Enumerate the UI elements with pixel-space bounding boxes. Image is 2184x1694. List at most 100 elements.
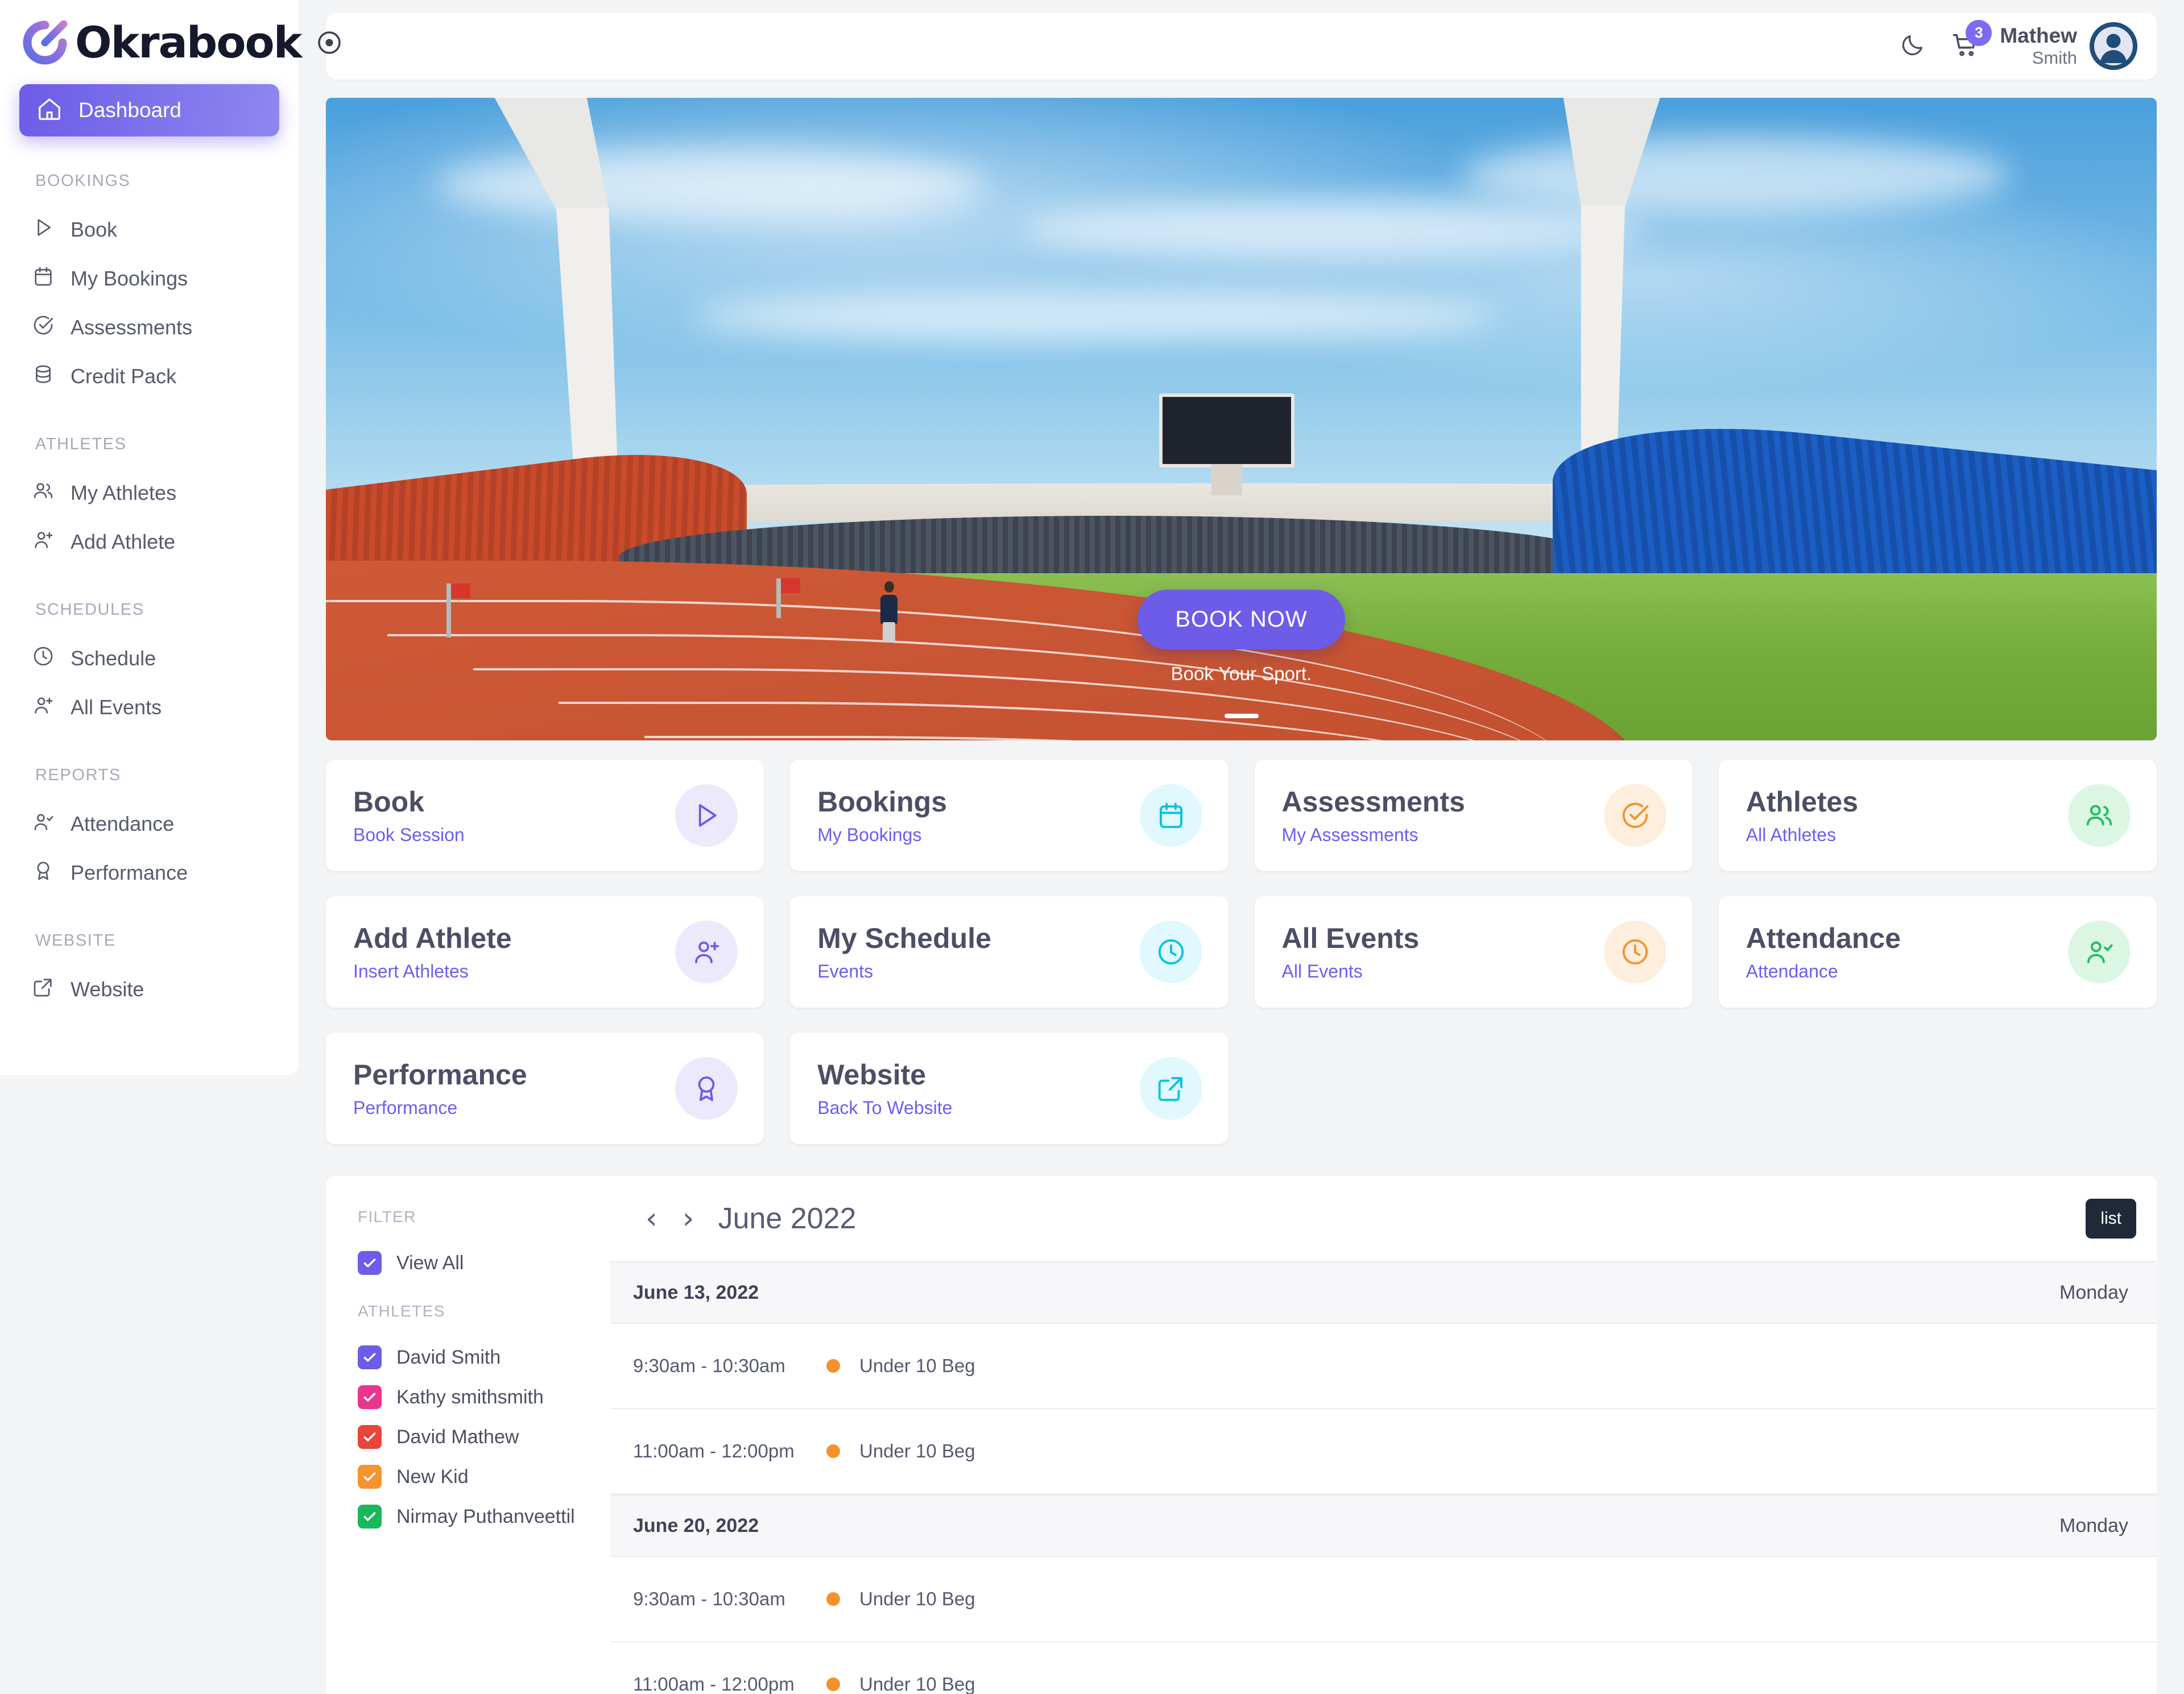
- dark-mode-toggle[interactable]: [1880, 32, 1945, 61]
- filter-checkbox-athlete[interactable]: Kathy smithsmith: [358, 1377, 610, 1417]
- check-circle-icon: [1603, 784, 1666, 847]
- checkbox-checked-icon: [358, 1345, 382, 1369]
- tile-title: Book: [353, 785, 424, 818]
- tile-title: Attendance: [1745, 922, 1901, 954]
- tile-subtitle: Back To Website: [817, 1097, 953, 1118]
- filter-checkbox-athlete[interactable]: New Kid: [358, 1457, 610, 1497]
- sidebar-item-label: Add Athlete: [71, 530, 176, 553]
- sidebar-item-my-athletes[interactable]: My Athletes: [0, 469, 299, 517]
- sidebar-item-my-bookings[interactable]: My Bookings: [0, 254, 299, 303]
- event-time: 9:30am - 10:30am: [633, 1588, 785, 1609]
- tile-title: Bookings: [817, 785, 948, 818]
- tile-attendance[interactable]: Attendance Attendance: [1718, 896, 2157, 1008]
- tile-my-schedule[interactable]: My Schedule Events: [790, 896, 1228, 1008]
- sidebar-item-all-events[interactable]: All Events: [0, 683, 299, 732]
- calendar-day-of-week: Monday: [2059, 1281, 2128, 1303]
- event-row[interactable]: 11:00am - 12:00pm Under 10 Beg: [610, 1642, 2157, 1694]
- sidebar-item-website[interactable]: Website: [0, 965, 299, 1014]
- award-icon: [675, 1057, 738, 1120]
- sidebar-item-performance[interactable]: Performance: [0, 848, 299, 897]
- tile-title: Performance: [353, 1058, 527, 1091]
- sidebar-nav: BOOKINGS Book My Bookings Assessments Cr…: [0, 172, 299, 1014]
- tile-athletes[interactable]: Athletes All Athletes: [1718, 760, 2157, 871]
- tile-title: Add Athlete: [353, 922, 512, 954]
- sidebar-item-label: Performance: [71, 861, 188, 884]
- filter-athletes-heading: ATHLETES: [358, 1302, 445, 1320]
- calendar-view-list-button[interactable]: list: [2086, 1199, 2136, 1239]
- tile-title: Assessments: [1281, 785, 1465, 818]
- moon-icon: [1900, 32, 1926, 61]
- sidebar-item-assessments[interactable]: Assessments: [0, 303, 299, 352]
- user-last-name: Smith: [2032, 48, 2077, 68]
- sidebar-section-title: ATHLETES: [35, 435, 127, 453]
- event-row[interactable]: 9:30am - 10:30am Under 10 Beg: [610, 1557, 2157, 1642]
- tile-performance[interactable]: Performance Performance: [326, 1033, 764, 1144]
- tile-subtitle: All Events: [1281, 960, 1363, 981]
- tile-subtitle: My Assessments: [1281, 824, 1418, 845]
- event-title: Under 10 Beg: [859, 1674, 975, 1694]
- user-plus-icon: [32, 528, 55, 556]
- sidebar-item-attendance[interactable]: Attendance: [0, 800, 299, 848]
- user-check-icon: [32, 810, 55, 838]
- book-now-button[interactable]: BOOK NOW: [1138, 590, 1345, 649]
- event-row[interactable]: 11:00am - 12:00pm Under 10 Beg: [610, 1409, 2157, 1494]
- sidebar-item-label: Assessments: [71, 316, 193, 339]
- database-icon: [32, 363, 55, 391]
- sidebar-item-label: Credit Pack: [71, 365, 177, 388]
- filter-label: Kathy smithsmith: [396, 1386, 544, 1408]
- event-row[interactable]: 9:30am - 10:30am Under 10 Beg: [610, 1324, 2157, 1409]
- tile-subtitle: Insert Athletes: [353, 960, 469, 981]
- sidebar-section-title: REPORTS: [35, 766, 121, 784]
- hero-carousel-indicator[interactable]: [326, 711, 2157, 721]
- tile-add-athlete[interactable]: Add Athlete Insert Athletes: [326, 896, 764, 1008]
- calendar-day-of-week: Monday: [2059, 1514, 2128, 1536]
- calendar-next-button[interactable]: ›: [670, 1204, 707, 1233]
- event-time: 11:00am - 12:00pm: [633, 1674, 795, 1694]
- tile-assessments[interactable]: Assessments My Assessments: [1254, 760, 1693, 871]
- clock-icon: [1603, 921, 1666, 983]
- clock-icon: [1139, 921, 1202, 983]
- event-color-dot: [826, 1359, 840, 1373]
- tile-subtitle: Attendance: [1745, 960, 1838, 981]
- sidebar-item-book[interactable]: Book: [0, 205, 299, 254]
- okrabook-logo-icon: [23, 20, 68, 65]
- filter-label: View All: [396, 1252, 464, 1274]
- sidebar-item-label: Website: [71, 978, 144, 1001]
- event-color-dot: [826, 1592, 840, 1606]
- checkbox-checked-icon: [358, 1425, 382, 1449]
- sidebar-item-schedule[interactable]: Schedule: [0, 634, 299, 683]
- filter-checkbox-view-all[interactable]: View All: [358, 1243, 610, 1283]
- sidebar-item-dashboard[interactable]: Dashboard: [19, 84, 279, 136]
- sidebar-item-add-athlete[interactable]: Add Athlete: [0, 517, 299, 566]
- sidebar-item-credit-pack[interactable]: Credit Pack: [0, 352, 299, 401]
- hero-scoreboard: [1159, 393, 1294, 495]
- tile-bookings[interactable]: Bookings My Bookings: [790, 760, 1228, 871]
- tile-subtitle: Performance: [353, 1097, 458, 1118]
- sidebar-item-label: Schedule: [71, 647, 156, 670]
- calendar-prev-button[interactable]: ‹: [633, 1204, 670, 1233]
- sidebar-item-label: All Events: [71, 695, 162, 719]
- app-root: Okrabook Dashboard BOOKINGS Book My Book…: [0, 0, 2184, 1694]
- play-icon: [675, 784, 738, 847]
- calendar-list: ‹ › June 2022 list June 13, 2022 Monday …: [610, 1176, 2157, 1694]
- award-icon: [32, 859, 55, 887]
- avatar-icon: [2090, 22, 2137, 70]
- brand-logo[interactable]: Okrabook: [0, 0, 341, 65]
- external-link-icon: [32, 976, 55, 1004]
- user-menu[interactable]: Mathew Smith: [2000, 24, 2077, 68]
- sidebar-item-label: Attendance: [71, 812, 175, 835]
- filter-heading: FILTER: [358, 1208, 416, 1225]
- tile-all-events[interactable]: All Events All Events: [1254, 896, 1693, 1008]
- sidebar-item-label: My Bookings: [71, 267, 188, 290]
- tile-book[interactable]: Book Book Session: [326, 760, 764, 871]
- calendar-date: June 20, 2022: [633, 1514, 759, 1536]
- filter-checkbox-athlete[interactable]: David Mathew: [358, 1417, 610, 1457]
- filter-checkbox-athlete[interactable]: Nirmay Puthanveettil: [358, 1497, 610, 1536]
- cart-button[interactable]: 3: [1945, 19, 2000, 63]
- avatar[interactable]: [2090, 22, 2137, 70]
- calendar-date: June 13, 2022: [633, 1281, 759, 1303]
- quick-action-grid: Book Book Session Bookings My Bookings A…: [326, 760, 2157, 1144]
- tile-website[interactable]: Website Back To Website: [790, 1033, 1228, 1144]
- users-icon: [2068, 784, 2131, 847]
- filter-checkbox-athlete[interactable]: David Smith: [358, 1337, 610, 1377]
